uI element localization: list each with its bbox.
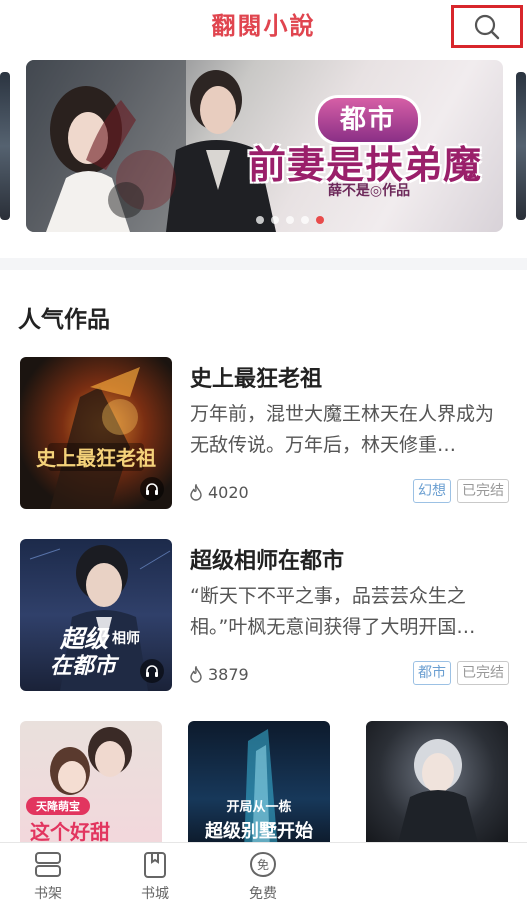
genre-tag[interactable]: 幻想 (413, 479, 451, 503)
audio-badge (140, 477, 164, 501)
tab-free[interactable]: 免 免费 (233, 851, 293, 903)
book-list-item[interactable]: 史上最狂老祖 史上最狂老祖 万年前，混世大魔王林天在人界成为无敌传说。万年后，林… (0, 357, 527, 509)
book-title[interactable]: 史上最狂老祖 (190, 361, 322, 393)
book-cover[interactable]: 超级 相师 在都市 (20, 539, 172, 691)
tab-bookstore[interactable]: 书城 (125, 851, 185, 903)
book-views-count: 3879 (208, 665, 249, 684)
tab-label: 书城 (141, 886, 169, 902)
section-title: 人气作品 (18, 307, 110, 333)
cover-artwork (396, 739, 480, 851)
carousel-dot[interactable] (256, 216, 264, 224)
banner-prev-peek[interactable] (0, 72, 10, 220)
book-cover-title-part: 超级 (59, 624, 110, 653)
book-cover[interactable]: 史上最狂老祖 (20, 357, 172, 509)
book-description: “断天下不平之事，品芸芸众生之相。”叶枫无意间获得了大明开国… (190, 585, 476, 638)
bookshelf-icon (35, 852, 61, 877)
carousel-dot[interactable] (271, 216, 279, 224)
tab-bookshelf[interactable]: 书架 (18, 851, 78, 903)
book-title[interactable]: 超级相师在都市 (190, 543, 344, 575)
grid-book-cover[interactable]: 开局从一栋 超级别墅开始 (188, 721, 330, 851)
status-tag: 已完结 (457, 479, 509, 503)
genre-tag[interactable]: 都市 (413, 661, 451, 685)
headphone-icon (146, 483, 158, 495)
tab-label: 免费 (249, 886, 277, 902)
book-cover-title: 史上最狂老祖 (36, 446, 156, 470)
carousel-dot[interactable] (286, 216, 294, 224)
cover-artwork: 天降萌宝 这个好甜 (26, 727, 132, 844)
grid-cover-badge: 天降萌宝 (36, 799, 80, 813)
banner-carousel[interactable]: 都市 前妻是扶弟魔 薛不是◎作品 (0, 58, 527, 238)
book-tags: 都市 已完结 (413, 661, 509, 685)
book-description: 万年前，混世大魔王林天在人界成为无敌传说。万年后，林天修重… (190, 403, 495, 456)
banner-slide[interactable]: 都市 前妻是扶弟魔 薛不是◎作品 (26, 60, 503, 232)
grid-cover-title: 这个好甜 (30, 820, 110, 844)
grid-book-cover[interactable]: 天降萌宝 这个好甜 (20, 721, 162, 851)
search-button[interactable] (451, 5, 523, 48)
carousel-dot-active[interactable] (316, 216, 324, 224)
flame-icon (190, 665, 202, 683)
grid-cover-title: 超级别墅开始 (205, 820, 313, 842)
headphone-icon (146, 665, 158, 677)
section-divider (0, 258, 527, 270)
app-header: 翻閱小說 (0, 0, 527, 50)
free-icon-glyph: 免 (257, 857, 269, 872)
book-views-count: 4020 (208, 483, 249, 502)
book-cover-title-part: 相师 (112, 630, 140, 647)
book-list-item[interactable]: 超级 相师 在都市 超级相师在都市 “断天下不平之事，品芸芸众生之相。”叶枫无意… (0, 539, 527, 691)
status-tag: 已完结 (457, 661, 509, 685)
app-title: 翻閱小說 (211, 11, 316, 40)
search-icon (474, 14, 500, 39)
grid-cover-badge: 开局从一栋 (226, 799, 291, 815)
free-icon: 免 (249, 851, 277, 878)
book-views: 4020 (188, 483, 249, 502)
grid-book-cover[interactable] (366, 721, 508, 851)
bookstore-icon (144, 852, 166, 878)
cover-artwork: 开局从一栋 超级别墅开始 (205, 729, 313, 851)
banner-next-peek[interactable] (516, 72, 526, 220)
tab-label: 书架 (34, 886, 62, 902)
audio-badge (140, 659, 164, 683)
banner-author: 薛不是◎作品 (327, 183, 411, 199)
carousel-dot[interactable] (301, 216, 309, 224)
bottom-tab-bar: 书架 书城 免 免费 (0, 842, 527, 914)
book-views: 3879 (188, 665, 249, 684)
book-cover-title-part: 在都市 (50, 653, 120, 679)
book-tags: 幻想 已完结 (413, 479, 509, 503)
carousel-indicator (256, 216, 324, 224)
flame-icon (190, 483, 202, 501)
